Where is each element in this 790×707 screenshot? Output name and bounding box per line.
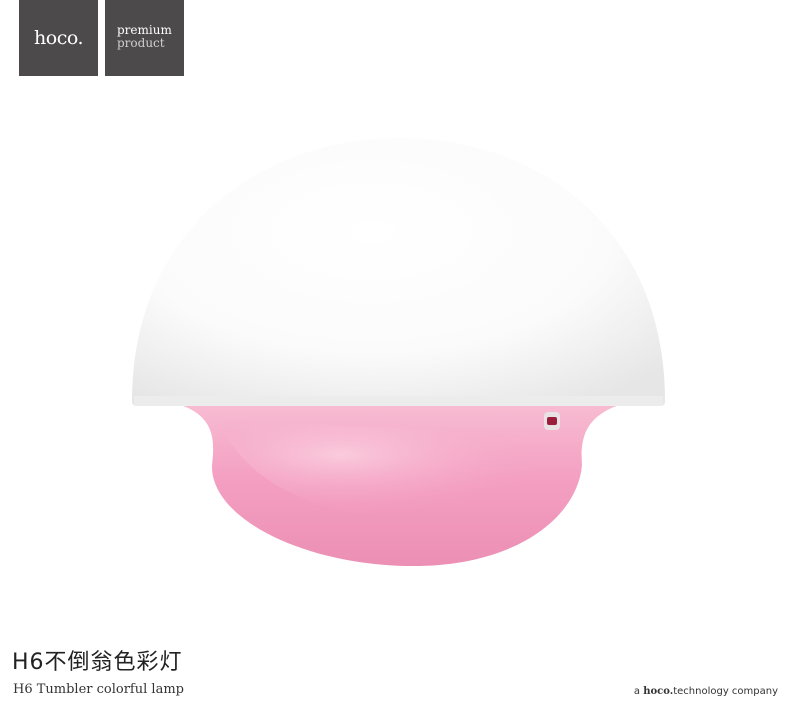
product-title-en: H6 Tumbler colorful lamp (13, 682, 184, 697)
lamp-dome (132, 138, 665, 406)
premium-product-badge: premium product (105, 0, 184, 76)
switch-icon (544, 412, 560, 430)
product-title-cn: H6不倒翁色彩灯 (12, 650, 183, 675)
company-tagline: a hoco.technology company (633, 686, 778, 697)
company-brand: hoco. (643, 686, 674, 697)
brand-logo-text: hoco. (34, 27, 83, 49)
brand-logo-badge: hoco. (19, 0, 98, 76)
product-label: product (117, 36, 165, 50)
tumbler-lamp-image (132, 138, 665, 567)
